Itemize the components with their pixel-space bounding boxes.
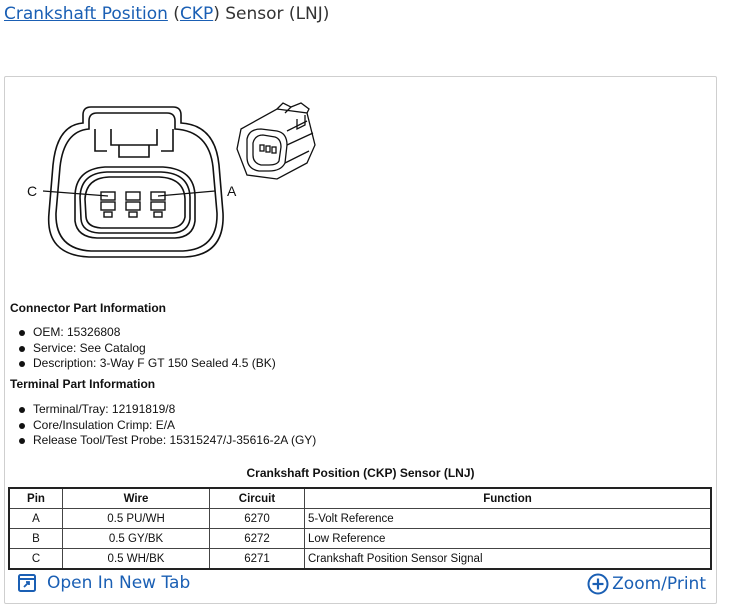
terminal-info-list: Terminal/Tray: 12191819/8 Core/Insulatio… xyxy=(17,402,316,449)
pin-table-caption: Crankshaft Position (CKP) Sensor (LNJ) xyxy=(246,466,475,480)
title-paren-open: ( xyxy=(173,4,180,24)
cell-circuit: 6272 xyxy=(209,528,305,549)
pin-label-c: C xyxy=(27,183,37,199)
column-header-function: Function xyxy=(304,487,712,509)
cell-pin: A xyxy=(8,508,63,529)
column-header-pin: Pin xyxy=(8,487,63,509)
content-card: C A Connector Part Information OEM: 1532… xyxy=(4,76,717,604)
cell-circuit: 6270 xyxy=(209,508,305,529)
connector-diagram: C A xyxy=(27,102,316,258)
zoom-plus-icon xyxy=(587,573,609,595)
cell-function: Crankshaft Position Sensor Signal xyxy=(304,548,712,570)
connector-info-list: OEM: 15326808 Service: See Catalog Descr… xyxy=(17,325,276,372)
connector-3d-view xyxy=(236,102,316,180)
column-header-wire: Wire xyxy=(62,487,210,509)
list-item: Service: See Catalog xyxy=(17,341,276,357)
connector-info-heading: Connector Part Information xyxy=(10,301,167,315)
cell-pin: B xyxy=(8,528,63,549)
cell-pin: C xyxy=(8,548,63,570)
card-footer: Open In New Tab Zoom/Print xyxy=(5,567,716,601)
title-link-ckp[interactable]: CKP xyxy=(180,4,213,24)
cell-wire: 0.5 PU/WH xyxy=(62,508,210,529)
table-row: C 0.5 WH/BK 6271 Crankshaft Position Sen… xyxy=(8,548,712,570)
list-item: Description: 3-Way F GT 150 Sealed 4.5 (… xyxy=(17,356,276,372)
cell-wire: 0.5 WH/BK xyxy=(62,548,210,570)
table-row: A 0.5 PU/WH 6270 5-Volt Reference xyxy=(8,508,712,529)
pin-label-a: A xyxy=(227,183,237,199)
zoom-print-label: Zoom/Print xyxy=(612,574,706,594)
column-header-circuit: Circuit xyxy=(209,487,305,509)
list-item: OEM: 15326808 xyxy=(17,325,276,341)
page-title: Crankshaft Position (CKP) Sensor (LNJ) xyxy=(4,4,329,24)
pin-table: Pin Wire Circuit Function A 0.5 PU/WH 62… xyxy=(8,487,712,570)
open-new-tab-button[interactable]: Open In New Tab xyxy=(17,573,190,593)
open-new-tab-icon xyxy=(17,573,37,593)
title-rest: ) Sensor (LNJ) xyxy=(213,4,330,24)
cell-function: 5-Volt Reference xyxy=(304,508,712,529)
open-new-tab-label: Open In New Tab xyxy=(47,573,191,593)
cell-function: Low Reference xyxy=(304,528,712,549)
table-header-row: Pin Wire Circuit Function xyxy=(8,487,712,509)
cell-circuit: 6271 xyxy=(209,548,305,570)
zoom-print-button[interactable]: Zoom/Print xyxy=(587,573,706,595)
list-item: Terminal/Tray: 12191819/8 xyxy=(17,402,316,418)
cell-wire: 0.5 GY/BK xyxy=(62,528,210,549)
title-link-crankshaft-position[interactable]: Crankshaft Position xyxy=(4,4,168,24)
list-item: Core/Insulation Crimp: E/A xyxy=(17,418,316,434)
table-row: B 0.5 GY/BK 6272 Low Reference xyxy=(8,528,712,549)
list-item: Release Tool/Test Probe: 15315247/J-3561… xyxy=(17,433,316,449)
terminal-info-heading: Terminal Part Information xyxy=(10,377,156,391)
